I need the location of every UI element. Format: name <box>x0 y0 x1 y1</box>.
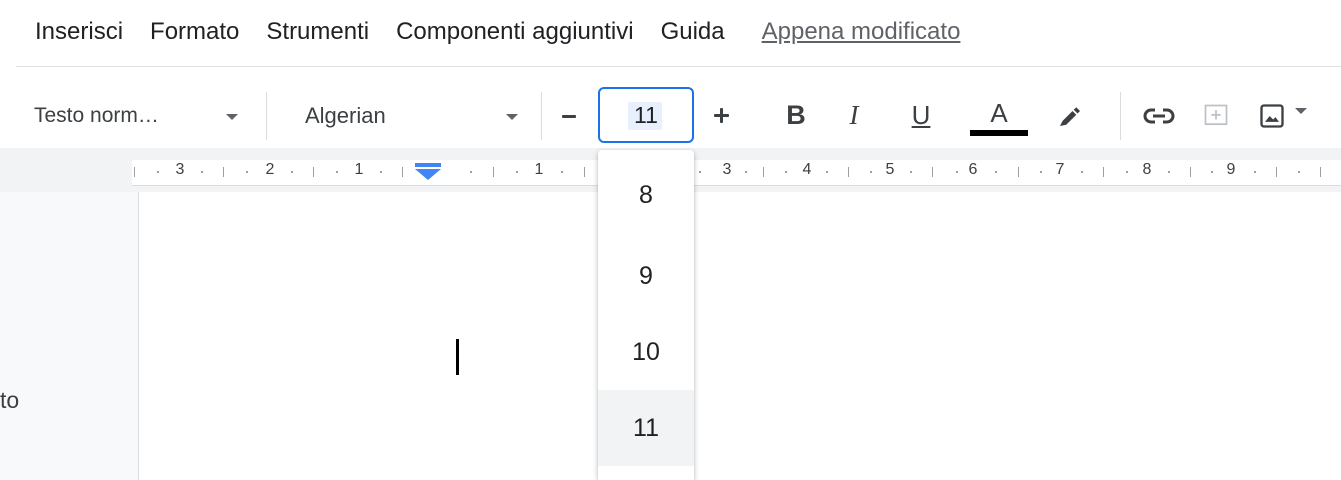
last-edit-link[interactable]: Appena modificato <box>762 18 961 46</box>
decrease-font-size-button[interactable] <box>553 97 585 135</box>
menu-tools[interactable]: Strumenti <box>266 20 369 44</box>
italic-icon: I <box>849 99 859 130</box>
increase-font-size-button[interactable] <box>706 97 738 135</box>
ruler-number: 8 <box>1142 161 1152 178</box>
link-icon <box>1143 108 1175 124</box>
menu-addons[interactable]: Componenti aggiuntivi <box>396 20 633 44</box>
menu-insert[interactable]: Inserisci <box>35 20 123 44</box>
menu-help[interactable]: Guida <box>661 20 725 44</box>
font-family-label: Algerian <box>305 103 386 128</box>
paragraph-style-select[interactable]: Testo norm… <box>34 98 159 134</box>
insert-link-button[interactable] <box>1137 96 1181 136</box>
ruler-number: 9 <box>1226 161 1236 178</box>
ruler-number: 1 <box>354 161 364 178</box>
underline-icon: U <box>911 99 931 130</box>
ruler-number: 2 <box>265 161 275 178</box>
italic-button[interactable]: I <box>836 94 872 136</box>
chevron-down-icon[interactable] <box>226 114 238 120</box>
underline-button[interactable]: U <box>903 94 939 136</box>
ruler-number: 3 <box>722 161 732 178</box>
add-comment-button[interactable] <box>1196 96 1236 136</box>
ruler-number: 4 <box>802 161 812 178</box>
font-size-option[interactable]: 10 <box>598 314 694 390</box>
bold-button[interactable]: B <box>778 94 814 136</box>
ruler-number: 3 <box>175 161 185 178</box>
font-size-option[interactable]: 9 <box>598 238 694 314</box>
text-color-button[interactable]: A <box>968 92 1030 142</box>
text-color-icon: A <box>990 98 1008 128</box>
menubar-divider <box>16 66 1341 67</box>
text-cursor <box>456 339 459 375</box>
toolbar-divider <box>541 92 542 140</box>
document-page[interactable] <box>138 192 1341 480</box>
toolbar: Testo norm… Algerian 11 B I U A <box>0 86 1341 148</box>
toolbar-divider <box>1120 92 1121 140</box>
highlighter-icon <box>1060 107 1080 126</box>
insert-image-icon <box>1260 104 1284 128</box>
menu-bar: Inserisci Formato Strumenti Componenti a… <box>0 0 1341 64</box>
text-color-swatch <box>970 130 1028 136</box>
font-size-option-selected[interactable]: 11 <box>598 390 694 466</box>
bold-icon: B <box>786 99 806 130</box>
chevron-down-icon[interactable] <box>1295 108 1307 114</box>
ruler-number: 5 <box>885 161 895 178</box>
toolbar-divider <box>266 92 267 140</box>
paragraph-style-label: Testo norm… <box>34 104 159 127</box>
highlight-color-button[interactable] <box>1050 96 1090 136</box>
ruler-number: 7 <box>1055 161 1065 178</box>
menu-format[interactable]: Formato <box>150 20 239 44</box>
ruler-number: 1 <box>534 161 544 178</box>
font-size-option[interactable]: 8 <box>598 157 694 233</box>
chevron-down-icon[interactable] <box>506 114 518 120</box>
add-comment-icon <box>1204 104 1228 126</box>
indent-marker-icon[interactable] <box>414 163 442 181</box>
side-panel-text: to <box>0 387 20 413</box>
font-size-menu: 8 9 10 11 <box>598 150 694 480</box>
font-family-select[interactable]: Algerian <box>305 98 386 134</box>
minus-icon <box>562 114 576 118</box>
insert-image-button[interactable] <box>1252 96 1292 136</box>
ruler-number: 6 <box>968 161 978 178</box>
font-size-value: 11 <box>634 101 658 128</box>
